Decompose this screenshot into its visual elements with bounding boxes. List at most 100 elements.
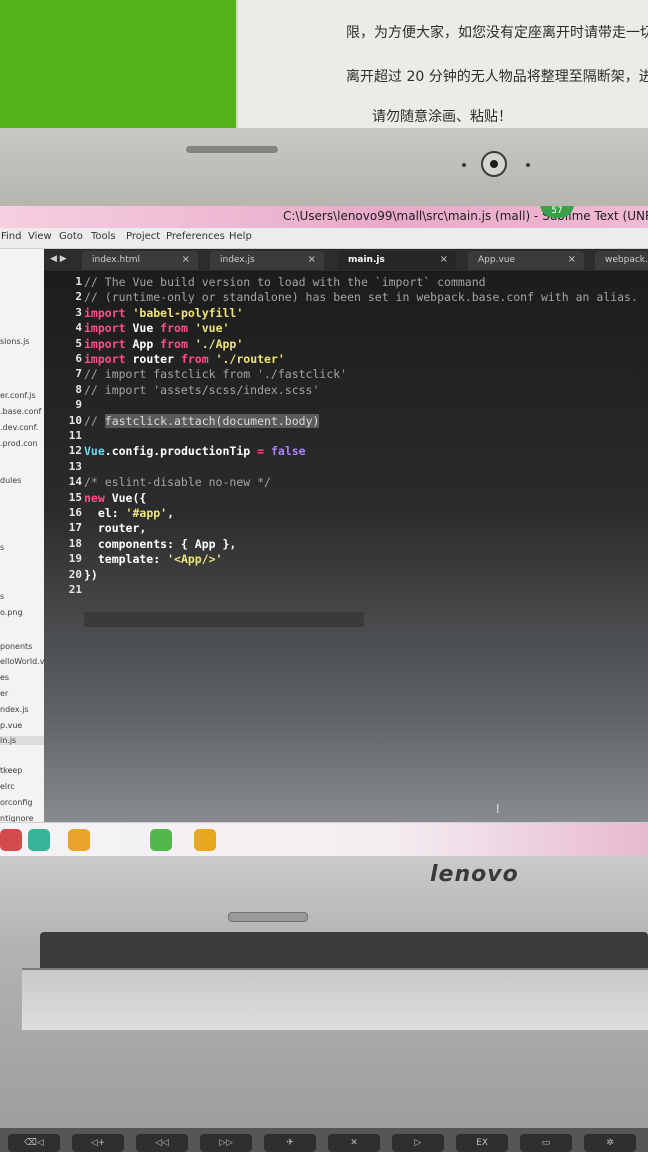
keyboard-key: ◁+ xyxy=(72,1134,124,1152)
sidebar-item[interactable]: elrc xyxy=(0,782,15,791)
sensor-dot xyxy=(462,163,466,167)
tab-app-vue[interactable]: App.vue × xyxy=(468,251,584,270)
close-icon[interactable]: × xyxy=(308,254,316,265)
code-line[interactable]: /* eslint-disable no-new */ xyxy=(84,475,271,489)
tab-webpack[interactable]: webpack.ba xyxy=(595,251,648,270)
code-token: './App' xyxy=(194,336,244,351)
menu-help[interactable]: Help xyxy=(229,231,252,242)
code-token: // (runtime-only or standalone) has been… xyxy=(84,290,638,305)
close-icon[interactable]: × xyxy=(568,254,576,265)
text-cursor-icon: I xyxy=(496,802,500,816)
sidebar-item[interactable]: er.conf.js xyxy=(0,391,36,400)
tab-index-html[interactable]: index.html × xyxy=(82,251,198,270)
line-number: 19 xyxy=(68,552,82,566)
line-number: 2 xyxy=(75,290,82,304)
close-icon[interactable]: × xyxy=(182,254,190,265)
menu-project[interactable]: Project xyxy=(126,231,160,242)
code-token: import xyxy=(84,321,126,336)
line-number: 13 xyxy=(68,459,82,473)
code-token: }) xyxy=(84,567,98,582)
code-token: /* eslint-disable no-new */ xyxy=(84,475,271,490)
sidebar-item[interactable]: sions.js xyxy=(0,337,29,346)
line-number: 15 xyxy=(68,490,82,504)
sidebar-item[interactable]: .base.conf xyxy=(0,407,41,416)
tab-label: main.js xyxy=(348,255,385,265)
taskbar xyxy=(0,822,648,857)
code-line[interactable]: import 'babel-polyfill' xyxy=(84,306,243,320)
line-number: 16 xyxy=(68,506,82,519)
sidebar-item[interactable]: ndex.js xyxy=(0,705,29,714)
keyboard-key: ⌫◁ xyxy=(8,1134,60,1152)
pinwheel-icon[interactable] xyxy=(68,829,90,851)
code-token: // import fastclick from './fastclick' xyxy=(84,367,348,382)
sidebar-item[interactable]: es xyxy=(0,673,9,682)
tab-main-js[interactable]: main.js × xyxy=(338,251,456,270)
code-line[interactable]: // (runtime-only or standalone) has been… xyxy=(84,290,638,304)
webcam-lens xyxy=(490,160,498,168)
notice-line: 请勿随意涂画、粘贴！ xyxy=(372,109,512,125)
code-line[interactable]: el: '#app', xyxy=(84,506,174,520)
sidebar-item[interactable]: o.png xyxy=(0,608,23,617)
menu-view[interactable]: View xyxy=(28,231,52,242)
code-line[interactable]: template: '<App/>' xyxy=(84,552,223,566)
code-line[interactable]: import App from './App' xyxy=(84,337,243,351)
sidebar-item[interactable]: p.vue xyxy=(0,721,22,730)
browser-icon[interactable] xyxy=(150,829,172,851)
code-token: el: xyxy=(84,506,126,520)
tab-label: index.js xyxy=(220,255,255,265)
code-line[interactable]: Vue.config.productionTip = false xyxy=(84,444,306,458)
line-number: 21 xyxy=(68,583,82,596)
line-number: 17 xyxy=(68,521,82,535)
code-token: // import 'assets/scss/index.scss' xyxy=(84,382,320,397)
window-titlebar[interactable]: C:\Users\lenovo99\mall\src\main.js (mall… xyxy=(0,206,648,228)
sidebar-item[interactable]: ponents xyxy=(0,642,32,651)
line-number: 6 xyxy=(75,352,82,365)
code-line[interactable]: import router from './router' xyxy=(84,352,285,366)
sidebar-item[interactable]: s xyxy=(0,543,4,552)
line-number: 8 xyxy=(75,382,82,396)
app-icon[interactable] xyxy=(28,829,50,851)
code-line[interactable]: new Vue({ xyxy=(84,491,146,505)
tab-label: App.vue xyxy=(478,255,516,265)
menu-find[interactable]: Find xyxy=(1,231,22,242)
menu-tools[interactable]: Tools xyxy=(91,231,116,242)
code-line[interactable]: router, xyxy=(84,521,146,535)
code-editor[interactable]: ◀ ▶ index.html × index.js × main.js × Ap… xyxy=(44,249,648,828)
menu-preferences[interactable]: Preferences xyxy=(166,231,225,242)
sidebar-item[interactable]: tkeep xyxy=(0,766,22,775)
code-line[interactable]: // fastclick.attach(document.body) xyxy=(84,413,320,428)
sidebar-item[interactable]: s xyxy=(0,592,4,601)
sublime-icon[interactable] xyxy=(194,829,216,851)
keyboard-key: EX xyxy=(456,1134,508,1152)
sidebar-item[interactable]: .prod.con xyxy=(0,439,38,448)
code-token: // xyxy=(84,413,105,428)
tab-label: webpack.ba xyxy=(605,255,648,265)
menu-goto[interactable]: Goto xyxy=(59,231,83,242)
green-board xyxy=(0,0,236,132)
code-token: .config.productionTip xyxy=(104,444,258,459)
sidebar-item[interactable]: dules xyxy=(0,476,21,485)
code-token: components: { App }, xyxy=(84,536,237,551)
keyboard-key: ▷▷ xyxy=(200,1134,252,1152)
code-line[interactable]: }) xyxy=(84,568,98,582)
code-line[interactable]: // The Vue build version to load with th… xyxy=(84,275,486,289)
line-number: 3 xyxy=(75,305,82,319)
tab-index-js[interactable]: index.js × xyxy=(210,251,324,270)
start-icon[interactable] xyxy=(0,829,22,851)
code-line[interactable]: components: { App }, xyxy=(84,537,236,551)
keyboard-key: ▭ xyxy=(520,1134,572,1152)
hinge xyxy=(40,932,648,972)
code-token: import xyxy=(84,305,126,320)
code-token: from xyxy=(160,321,188,336)
brand-logo: lenovo xyxy=(430,862,519,887)
close-icon[interactable]: × xyxy=(440,254,448,265)
tab-nav-arrows-icon[interactable]: ◀ ▶ xyxy=(50,254,67,264)
sidebar-item[interactable]: er xyxy=(0,689,8,698)
sidebar-item[interactable]: .dev.conf. xyxy=(0,423,38,432)
code-line[interactable]: // import 'assets/scss/index.scss' xyxy=(84,383,319,397)
sidebar-item[interactable]: orconfig xyxy=(0,798,33,807)
code-line[interactable]: import Vue from 'vue' xyxy=(84,321,229,335)
window-title: C:\Users\lenovo99\mall\src\main.js (mall… xyxy=(283,209,648,223)
code-token: router, xyxy=(84,521,147,536)
code-line[interactable]: // import fastclick from './fastclick' xyxy=(84,367,347,381)
